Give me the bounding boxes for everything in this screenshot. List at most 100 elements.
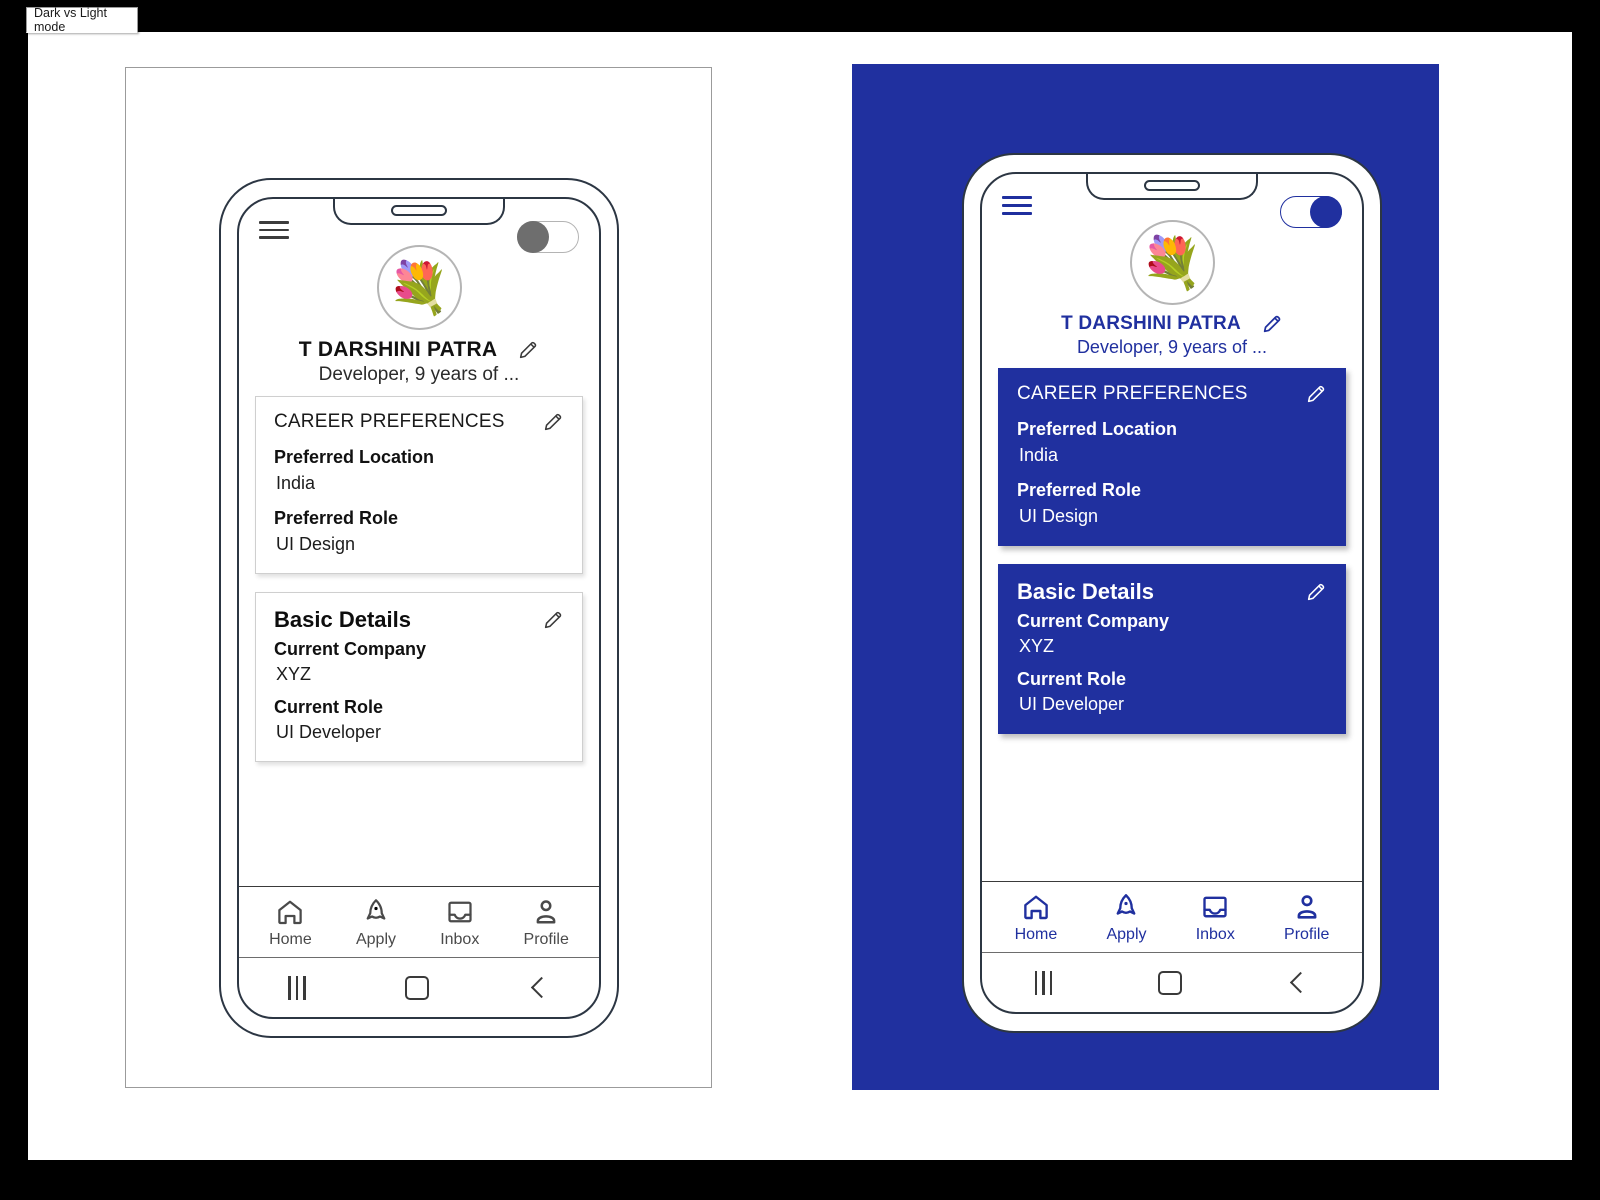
- profile-name: T DARSHINI PATRA: [1061, 313, 1241, 334]
- dark-mode-toggle[interactable]: [1280, 196, 1342, 228]
- field-label: Preferred Location: [1017, 419, 1178, 439]
- basic-details-card[interactable]: Basic Details Current Company XYZ Curren…: [255, 592, 583, 762]
- field-value: XYZ: [1019, 636, 1055, 656]
- rocket-icon: [1117, 894, 1136, 915]
- android-system-bar: [982, 952, 1362, 1012]
- design-canvas: 💐 T DARSHINI PATRA Developer, 9 years of: [28, 32, 1572, 1160]
- profile-subtitle: Developer, 9 years of ...: [1076, 337, 1268, 357]
- home-square-icon[interactable]: [1157, 970, 1182, 995]
- card-header: Basic Details: [1017, 579, 1327, 605]
- avatar-glyph: 💐: [1140, 234, 1204, 291]
- bottom-navigation: Home Apply Inbox Profile: [239, 886, 599, 957]
- card-header: CAREER PREFERENCES: [274, 411, 564, 433]
- window-tab[interactable]: Dark vs Light mode: [26, 6, 138, 34]
- nav-item-inbox[interactable]: Inbox: [440, 897, 479, 949]
- field-value: UI Design: [276, 534, 356, 554]
- card-title: CAREER PREFERENCES: [274, 411, 505, 432]
- pencil-icon[interactable]: [1305, 581, 1327, 603]
- card-title: CAREER PREFERENCES: [1017, 383, 1248, 404]
- card-header: Basic Details: [274, 607, 564, 633]
- field-value: UI Design: [1019, 506, 1099, 526]
- inbox-icon: [448, 901, 472, 923]
- profile-subtitle: Developer, 9 years of ...: [318, 364, 520, 385]
- nav-item-home[interactable]: Home: [269, 897, 312, 949]
- inbox-icon: [1203, 896, 1227, 918]
- phone-screen-light: 💐 T DARSHINI PATRA Developer, 9 years of: [237, 197, 601, 1019]
- field-label: Current Company: [1017, 611, 1170, 631]
- bouquet-avatar[interactable]: 💐: [376, 245, 462, 330]
- back-chevron-icon[interactable]: [1287, 972, 1309, 994]
- field-value: UI Developer: [1019, 694, 1125, 714]
- person-icon: [1297, 895, 1317, 919]
- screenshot-root: Dark vs Light mode 💐 T DARSHINI PATRA De…: [0, 0, 1600, 1200]
- avatar-wrap: 💐: [239, 245, 599, 330]
- bouquet-avatar[interactable]: 💐: [1129, 220, 1215, 305]
- field-label: Preferred Location: [274, 447, 435, 467]
- home-icon: [278, 900, 303, 925]
- toggle-knob: [1310, 196, 1342, 228]
- toggle-knob: [517, 221, 549, 253]
- recents-icon[interactable]: [288, 975, 306, 1000]
- field-value: India: [276, 473, 316, 493]
- android-system-bar: [239, 957, 599, 1017]
- pencil-icon[interactable]: [517, 339, 539, 361]
- pencil-icon[interactable]: [1261, 313, 1283, 335]
- recents-icon[interactable]: [1034, 970, 1052, 995]
- card-title: Basic Details: [1017, 579, 1154, 604]
- window-tab-label: Dark vs Light mode: [34, 6, 107, 34]
- phone-screen-dark: 💐 T DARSHINI PATRA Developer, 9 years of: [980, 172, 1364, 1014]
- career-preferences-card[interactable]: CAREER PREFERENCES Preferred Location In…: [998, 368, 1346, 546]
- nav-item-apply[interactable]: Apply: [356, 897, 396, 949]
- profile-name: T DARSHINI PATRA: [298, 338, 498, 361]
- back-chevron-icon[interactable]: [528, 977, 550, 999]
- pencil-icon[interactable]: [542, 411, 564, 433]
- avatar-glyph: 💐: [387, 259, 451, 316]
- pencil-icon[interactable]: [542, 609, 564, 631]
- card-header: CAREER PREFERENCES: [1017, 383, 1327, 405]
- card-title: Basic Details: [274, 607, 411, 632]
- speaker-notch: [391, 205, 447, 216]
- cards-container: CAREER PREFERENCES Preferred Location In…: [982, 358, 1362, 881]
- phone-frame-dark: 💐 T DARSHINI PATRA Developer, 9 years of: [962, 153, 1382, 1033]
- field-label: Current Company: [274, 639, 427, 659]
- phone-frame-light: 💐 T DARSHINI PATRA Developer, 9 years of: [219, 178, 619, 1038]
- profile-name-row: T DARSHINI PATRA: [982, 313, 1362, 335]
- dark-mode-panel: 💐 T DARSHINI PATRA Developer, 9 years of: [852, 64, 1439, 1090]
- bottom-navigation: Home Apply Inbox Profile: [982, 881, 1362, 952]
- light-mode-panel: 💐 T DARSHINI PATRA Developer, 9 years of: [125, 67, 712, 1088]
- nav-label: Inbox: [440, 931, 480, 948]
- speaker-notch: [1144, 180, 1200, 191]
- field-value: UI Developer: [276, 722, 382, 742]
- field-label: Preferred Role: [274, 508, 399, 528]
- profile-name-row: T DARSHINI PATRA: [239, 338, 599, 362]
- field-label: Current Role: [274, 697, 384, 717]
- nav-item-home[interactable]: Home: [1014, 892, 1058, 944]
- hamburger-icon[interactable]: [1002, 196, 1032, 215]
- nav-item-apply[interactable]: Apply: [1106, 892, 1147, 944]
- rocket-icon: [366, 899, 386, 920]
- cards-container: CAREER PREFERENCES Preferred Location In…: [239, 386, 599, 886]
- nav-item-inbox[interactable]: Inbox: [1196, 892, 1235, 944]
- avatar-wrap: 💐: [982, 220, 1362, 305]
- dark-mode-toggle[interactable]: [517, 221, 579, 253]
- nav-label: Apply: [1106, 926, 1147, 943]
- field-value: XYZ: [276, 664, 312, 684]
- person-icon: [536, 900, 556, 924]
- nav-label: Home: [269, 931, 312, 948]
- field-label: Current Role: [1017, 669, 1127, 689]
- hamburger-icon[interactable]: [259, 221, 289, 239]
- nav-item-profile[interactable]: Profile: [524, 897, 569, 949]
- nav-label: Profile: [523, 931, 569, 948]
- career-preferences-card[interactable]: CAREER PREFERENCES Preferred Location In…: [255, 396, 583, 574]
- pencil-icon[interactable]: [1305, 383, 1327, 405]
- nav-label: Profile: [1284, 926, 1330, 943]
- field-label: Preferred Role: [1017, 480, 1142, 500]
- nav-label: Apply: [355, 931, 396, 948]
- nav-item-profile[interactable]: Profile: [1284, 892, 1329, 944]
- home-square-icon[interactable]: [404, 975, 429, 1000]
- field-value: India: [1019, 445, 1059, 465]
- nav-label: Home: [1014, 926, 1058, 943]
- nav-label: Inbox: [1195, 926, 1235, 943]
- basic-details-card[interactable]: Basic Details Current Company XYZ Curren…: [998, 564, 1346, 734]
- home-icon: [1024, 895, 1048, 920]
